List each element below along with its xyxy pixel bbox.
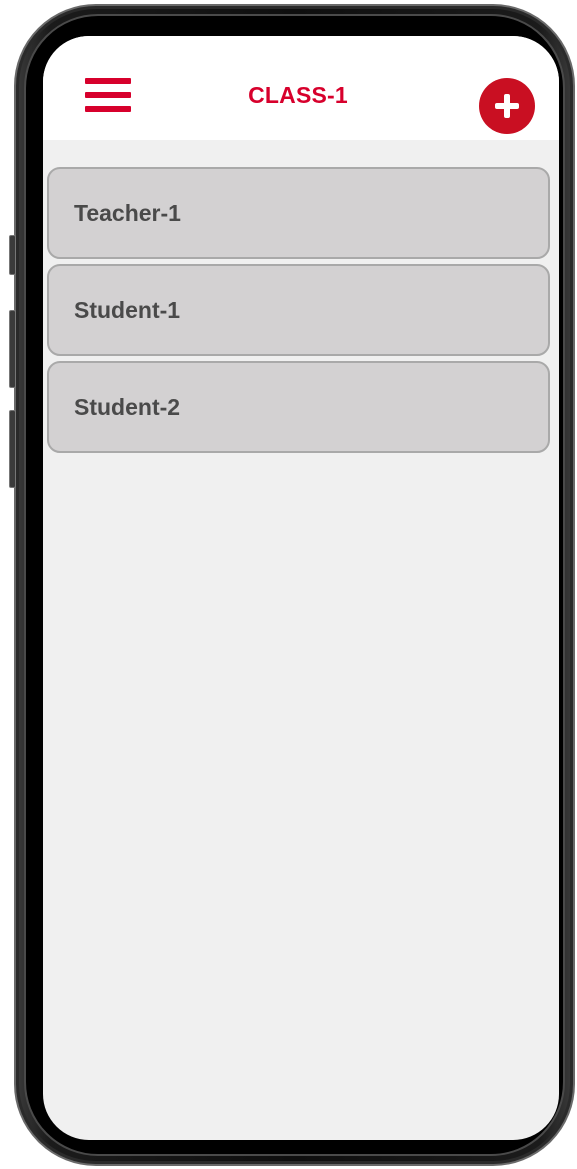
page-title: CLASS-1 [248, 82, 348, 108]
app-screen: CLASS-1 Teacher-1 Student-1 Student-2 [43, 36, 559, 1140]
list-item-label: Student-1 [74, 296, 181, 323]
volume-down-button [9, 410, 16, 488]
hamburger-menu-icon[interactable] [85, 78, 131, 112]
top-bar: CLASS-1 [43, 36, 559, 140]
mute-switch [9, 235, 16, 275]
list-item-label: Student-2 [74, 393, 181, 420]
volume-up-button [9, 310, 16, 388]
member-list: Teacher-1 Student-1 Student-2 [47, 167, 550, 458]
list-item-label: Teacher-1 [74, 199, 181, 226]
list-item-teacher-1[interactable]: Teacher-1 [47, 167, 550, 259]
list-item-student-1[interactable]: Student-1 [47, 264, 550, 356]
add-member-button[interactable] [479, 78, 535, 134]
list-item-student-2[interactable]: Student-2 [47, 361, 550, 453]
